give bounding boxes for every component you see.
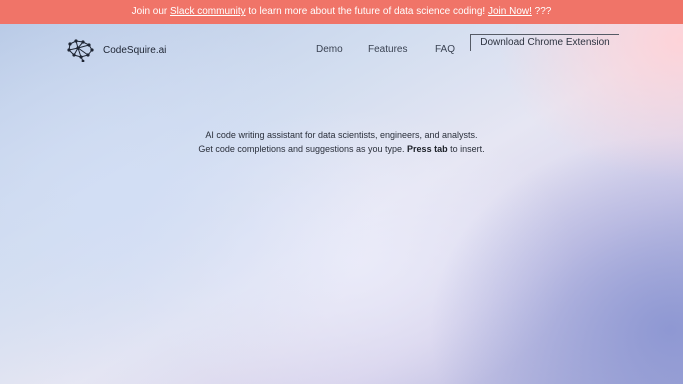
hero-section: AI code writing assistant for data scien…	[0, 128, 683, 156]
join-now-link[interactable]: Join Now!	[488, 6, 532, 17]
logo[interactable]: CodeSquire.ai	[66, 38, 166, 62]
hero-subtext: Get code completions and suggestions as …	[0, 142, 683, 156]
logo-text: CodeSquire.ai	[103, 44, 167, 56]
download-chrome-extension-button[interactable]: Download Chrome Extension	[470, 34, 619, 51]
nav-link-features[interactable]: Features	[368, 44, 407, 55]
top-nav: CodeSquire.ai Demo Features FAQ Download…	[0, 24, 683, 76]
banner-suffix: ???	[531, 6, 552, 17]
nav-link-faq[interactable]: FAQ	[435, 44, 455, 55]
hero-subtext-suffix: to insert.	[447, 144, 485, 154]
hero-subtext-prefix: Get code completions and suggestions as …	[198, 144, 408, 154]
brain-network-icon	[67, 39, 94, 62]
hero-press-tab: Press tab	[407, 144, 448, 154]
hero-tagline: AI code writing assistant for data scien…	[205, 130, 478, 140]
banner-middle: to learn more about the future of data s…	[245, 6, 488, 17]
banner-prefix: Join our	[131, 6, 171, 17]
announcement-banner: Join our Slack community to learn more a…	[0, 0, 683, 24]
nav-link-demo[interactable]: Demo	[316, 44, 343, 55]
slack-community-link[interactable]: Slack community	[170, 6, 246, 17]
